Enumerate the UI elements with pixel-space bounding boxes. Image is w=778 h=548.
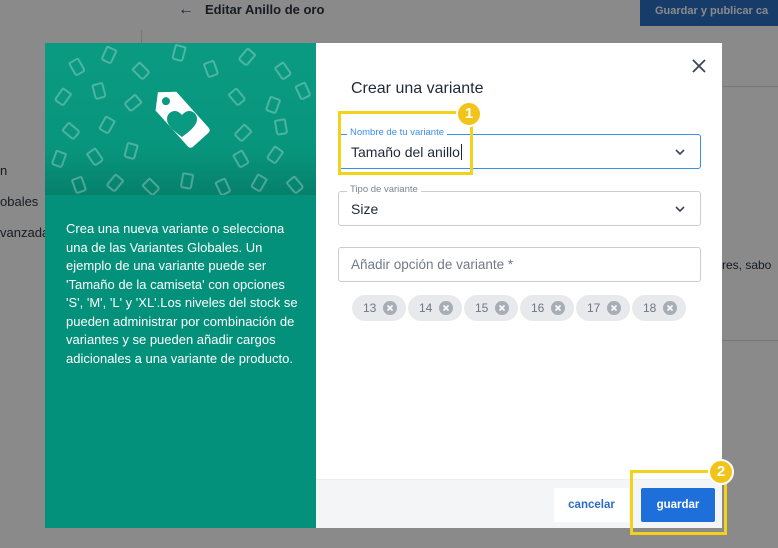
- option-chip-label: 17: [587, 301, 601, 315]
- option-chip-label: 16: [531, 301, 545, 315]
- option-chip-label: 18: [643, 301, 657, 315]
- option-chip-label: 15: [475, 301, 489, 315]
- remove-circle-icon[interactable]: [439, 301, 453, 315]
- option-chip-label: 14: [419, 301, 433, 315]
- remove-circle-icon[interactable]: [383, 301, 397, 315]
- chevron-down-icon[interactable]: [674, 203, 686, 215]
- remove-circle-icon[interactable]: [607, 301, 621, 315]
- option-chip: 15: [464, 295, 518, 321]
- close-icon[interactable]: [690, 57, 708, 75]
- add-variant-option-input[interactable]: Añadir opción de variante *: [338, 247, 701, 282]
- remove-circle-icon[interactable]: [663, 301, 677, 315]
- variant-type-select[interactable]: Tipo de variante Size: [338, 184, 701, 226]
- option-chip: 18: [632, 295, 686, 321]
- cancel-button[interactable]: cancelar: [554, 488, 629, 522]
- option-chip: 14: [408, 295, 462, 321]
- variant-description: Crea una nueva variante o selecciona una…: [66, 221, 298, 366]
- add-option-placeholder: Añadir opción de variante *: [351, 257, 514, 272]
- remove-circle-icon[interactable]: [551, 301, 565, 315]
- option-chip: 16: [520, 295, 574, 321]
- remove-circle-icon[interactable]: [495, 301, 509, 315]
- step-badge-1: 1: [456, 101, 482, 127]
- highlight-box-1: [338, 111, 473, 175]
- chevron-down-icon[interactable]: [674, 146, 686, 158]
- variant-type-label: Tipo de variante: [347, 184, 421, 195]
- dialog-title: Crear una variante: [351, 80, 484, 97]
- option-chip-label: 13: [363, 301, 377, 315]
- option-chip: 17: [576, 295, 630, 321]
- option-chip: 13: [352, 295, 406, 321]
- tag-pattern-banner: [45, 43, 316, 195]
- price-tag-heart-icon: [155, 91, 210, 148]
- step-badge-2: 2: [708, 459, 734, 485]
- variant-type-value: Size: [351, 201, 379, 217]
- info-panel: Crea una nueva variante o selecciona una…: [45, 43, 316, 528]
